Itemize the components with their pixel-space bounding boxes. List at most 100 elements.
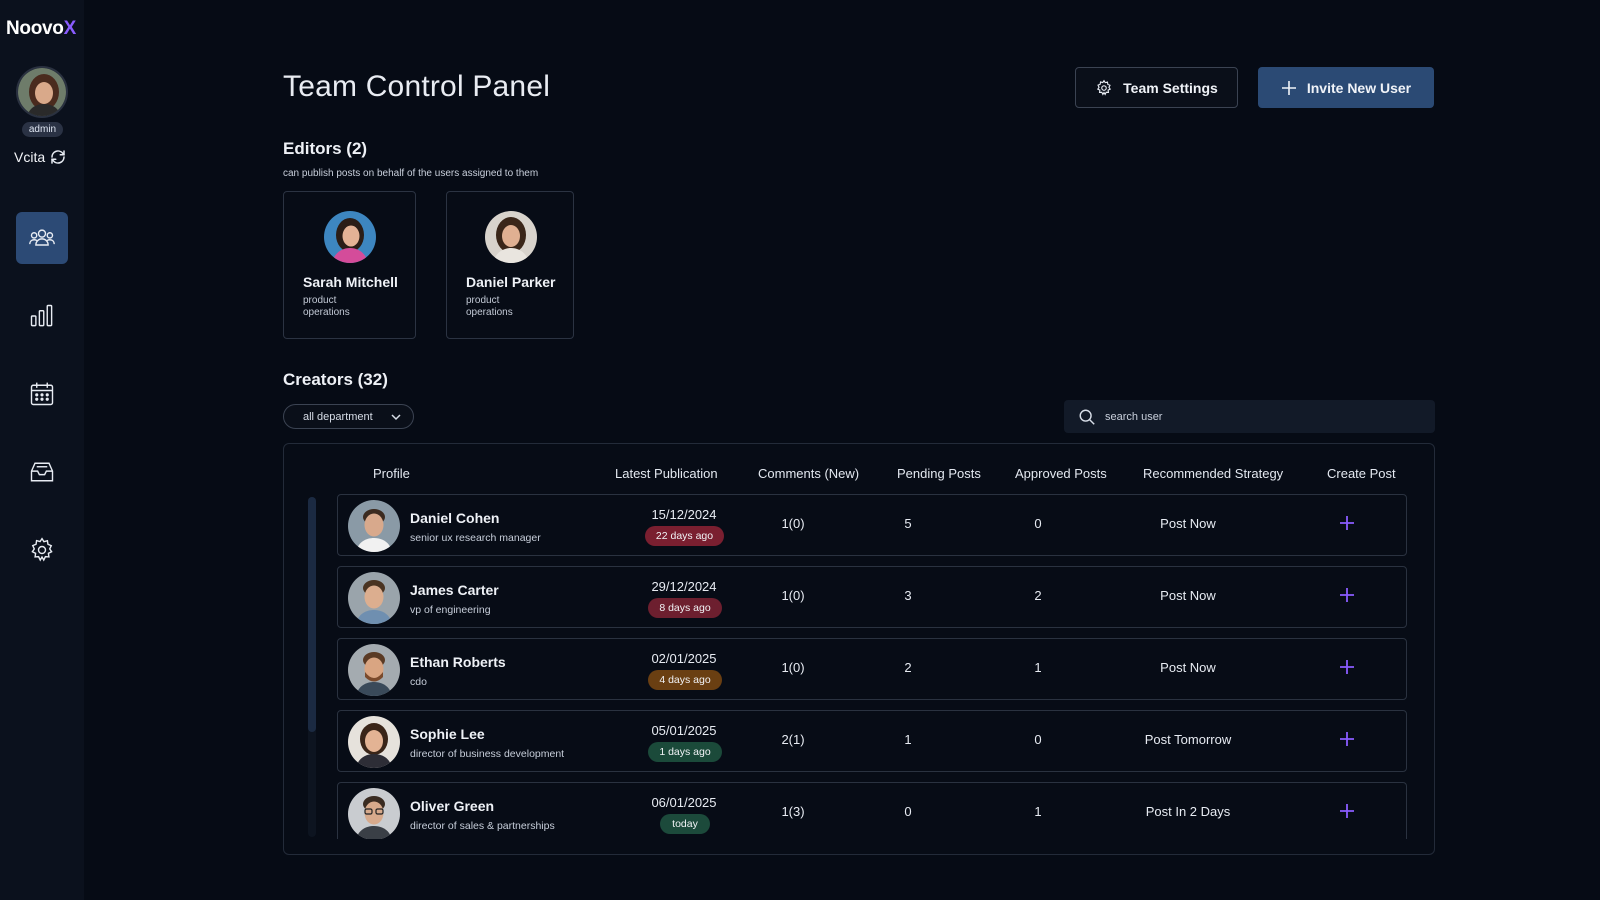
column-header-profile[interactable]: Profile	[373, 466, 410, 481]
table-row[interactable]: Ethan Roberts cdo 02/01/2025 4 days ago …	[337, 638, 1407, 700]
avatar	[348, 572, 400, 624]
latest-publication-date: 15/12/2024	[651, 507, 717, 522]
creators-list: Daniel Cohen senior ux research manager …	[337, 494, 1407, 839]
comments-count: 1(0)	[781, 660, 805, 675]
department-filter-value: all department	[303, 410, 373, 423]
comments-count: 1(3)	[781, 804, 805, 819]
latest-publication-date: 02/01/2025	[651, 651, 717, 666]
table-row[interactable]: Daniel Cohen senior ux research manager …	[337, 494, 1407, 556]
workspace-switcher[interactable]: Vcita	[14, 148, 67, 166]
invite-user-button[interactable]: Invite New User	[1258, 67, 1434, 108]
editors-subtitle: can publish posts on behalf of the users…	[283, 168, 539, 179]
pending-posts-count: 0	[904, 804, 912, 819]
pending-posts-count: 5	[904, 516, 912, 531]
creator-role: director of business development	[410, 748, 565, 760]
pending-posts-count: 1	[904, 732, 912, 747]
create-post-plus-icon[interactable]	[1338, 514, 1356, 532]
recommended-strategy: Post Tomorrow	[1144, 732, 1232, 747]
approved-posts-count: 1	[1034, 804, 1042, 819]
workspace-name: Vcita	[14, 149, 46, 165]
nav-team[interactable]	[16, 212, 68, 264]
pending-posts-count: 2	[904, 660, 912, 675]
switch-icon	[51, 150, 65, 164]
creator-name: James Carter	[410, 582, 499, 598]
recommended-strategy: Post Now	[1160, 588, 1216, 603]
team-settings-label: Team Settings	[1123, 79, 1218, 96]
avatar	[324, 211, 376, 263]
latest-publication-date: 05/01/2025	[651, 723, 717, 738]
creator-name: Ethan Roberts	[410, 654, 506, 670]
publication-age-badge: 4 days ago	[648, 670, 722, 690]
search-icon	[1079, 409, 1095, 425]
editor-card[interactable]: Sarah Mitchell product operations	[283, 191, 416, 339]
creator-role: senior ux research manager	[410, 532, 541, 544]
publication-age-badge: 8 days ago	[648, 598, 722, 618]
nav-inbox[interactable]	[16, 446, 68, 498]
editor-name: Sarah Mitchell	[303, 274, 398, 290]
avatar	[348, 716, 400, 768]
column-header-latest-publication[interactable]: Latest Publication	[615, 466, 718, 481]
create-post-plus-icon[interactable]	[1338, 586, 1356, 604]
creator-role: director of sales & partnerships	[410, 820, 555, 832]
team-settings-button[interactable]: Team Settings	[1075, 67, 1238, 108]
create-post-plus-icon[interactable]	[1338, 658, 1356, 676]
search-box[interactable]	[1064, 400, 1435, 433]
comments-count: 1(0)	[781, 516, 805, 531]
nav-analytics[interactable]	[16, 290, 68, 342]
creators-table: Profile Latest Publication Comments (New…	[283, 443, 1435, 855]
gear-icon	[1097, 79, 1112, 96]
editor-card[interactable]: Daniel Parker product operations	[446, 191, 574, 339]
approved-posts-count: 0	[1034, 732, 1042, 747]
inbox-icon	[30, 462, 54, 482]
brand-name: Noovo	[6, 18, 64, 39]
create-post-plus-icon[interactable]	[1338, 802, 1356, 820]
publication-age-badge: 22 days ago	[645, 526, 724, 546]
column-header-comments[interactable]: Comments (New)	[758, 466, 859, 481]
comments-count: 2(1)	[781, 732, 805, 747]
nav-settings[interactable]	[16, 524, 68, 576]
publication-age-badge: today	[660, 814, 710, 834]
recommended-strategy: Post In 2 Days	[1145, 804, 1231, 819]
recommended-strategy: Post Now	[1160, 660, 1216, 675]
creator-role: vp of engineering	[410, 604, 491, 616]
column-header-create-post[interactable]: Create Post	[1327, 466, 1396, 481]
avatar	[348, 644, 400, 696]
table-row[interactable]: Sophie Lee director of business developm…	[337, 710, 1407, 772]
plus-icon	[1281, 80, 1296, 95]
editor-role: product operations	[466, 295, 513, 318]
scrollbar-thumb[interactable]	[308, 497, 316, 732]
latest-publication-date: 29/12/2024	[651, 579, 717, 594]
page-title: Team Control Panel	[283, 70, 551, 103]
invite-user-label: Invite New User	[1306, 79, 1412, 96]
avatar	[348, 500, 400, 552]
approved-posts-count: 0	[1034, 516, 1042, 531]
editors-title: Editors (2)	[283, 139, 368, 158]
latest-publication-date: 06/01/2025	[651, 795, 717, 810]
pending-posts-count: 3	[904, 588, 912, 603]
analytics-icon	[30, 304, 53, 327]
gear-icon	[31, 537, 53, 562]
approved-posts-count: 1	[1034, 660, 1042, 675]
current-user-avatar[interactable]	[16, 66, 68, 118]
column-header-recommended-strategy[interactable]: Recommended Strategy	[1143, 466, 1283, 481]
approved-posts-count: 2	[1034, 588, 1042, 603]
table-row[interactable]: James Carter vp of engineering 29/12/202…	[337, 566, 1407, 628]
creator-name: Oliver Green	[410, 798, 495, 814]
column-header-approved-posts[interactable]: Approved Posts	[1015, 466, 1107, 481]
recommended-strategy: Post Now	[1160, 516, 1216, 531]
department-filter[interactable]: all department	[283, 404, 414, 429]
editor-name: Daniel Parker	[466, 274, 556, 290]
table-row[interactable]: Oliver Green director of sales & partner…	[337, 782, 1407, 839]
brand-logo[interactable]: NoovoX	[6, 18, 76, 40]
scrollbar[interactable]	[308, 497, 316, 837]
column-header-pending-posts[interactable]: Pending Posts	[897, 466, 981, 481]
calendar-icon	[30, 382, 54, 406]
create-post-plus-icon[interactable]	[1338, 730, 1356, 748]
role-badge: admin	[22, 122, 63, 137]
comments-count: 1(0)	[781, 588, 805, 603]
search-input[interactable]	[1105, 410, 1405, 423]
nav-calendar[interactable]	[16, 368, 68, 420]
avatar	[485, 211, 537, 263]
publication-age-badge: 1 days ago	[648, 742, 722, 762]
chevron-down-icon	[391, 414, 401, 421]
